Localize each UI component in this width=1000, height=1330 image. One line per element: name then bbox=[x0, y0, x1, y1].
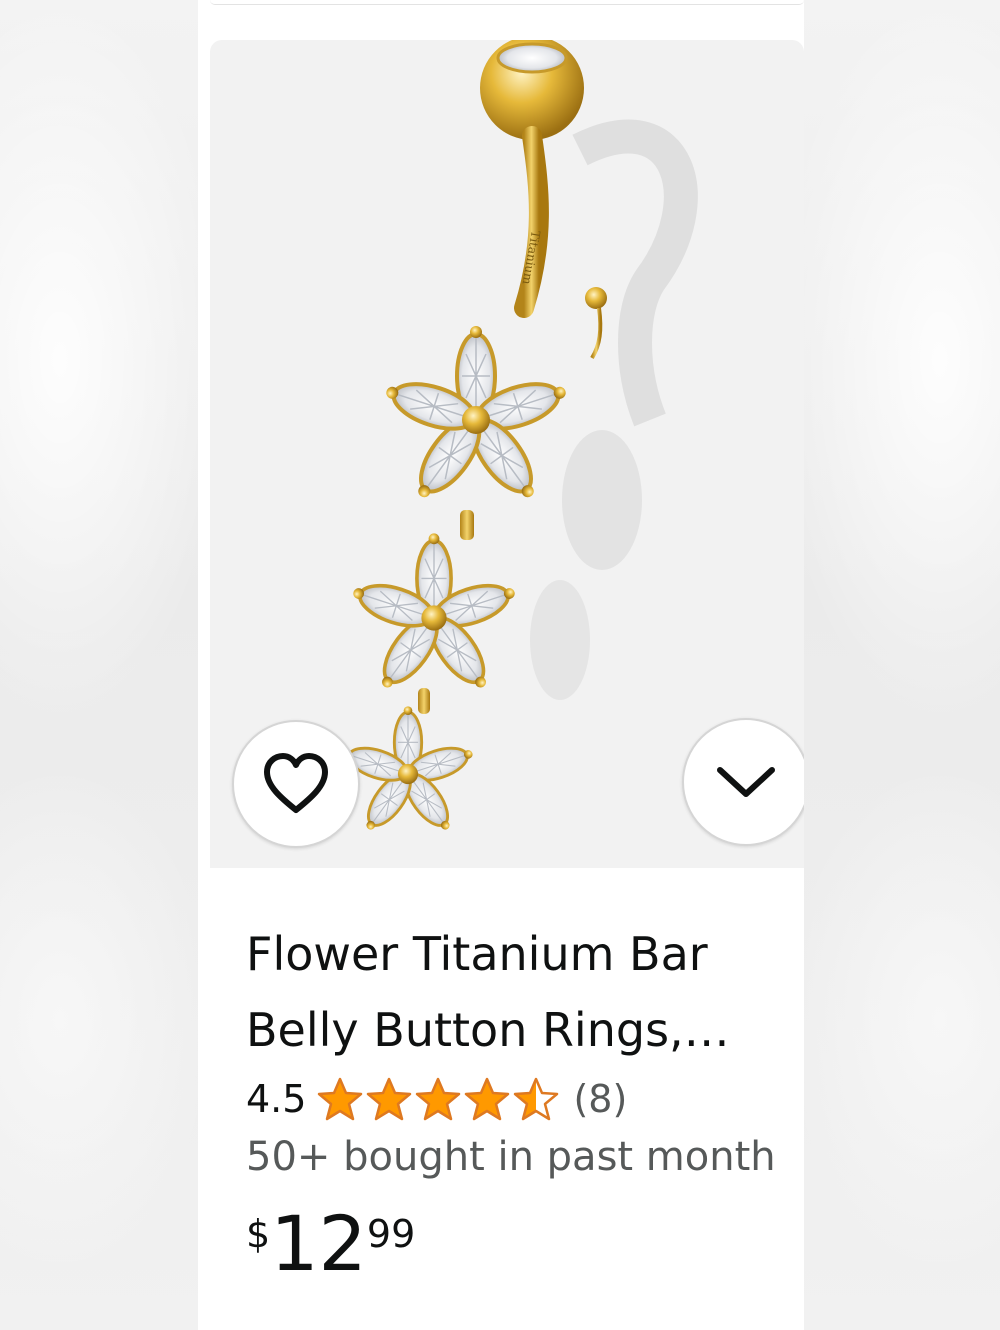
price-whole: 12 bbox=[270, 1199, 367, 1288]
product-info: Flower Titanium Bar Belly Button Rings, … bbox=[246, 888, 796, 1282]
wishlist-button[interactable] bbox=[232, 720, 360, 848]
price-fraction: 99 bbox=[366, 1212, 416, 1256]
product-card[interactable]: Titanium Flower Titanium Bar Belly Butto… bbox=[210, 40, 804, 1330]
more-options-button[interactable] bbox=[682, 718, 804, 846]
product-title[interactable]: Flower Titanium Bar Belly Button Rings, … bbox=[246, 916, 786, 1068]
chevron-down-icon bbox=[717, 767, 775, 797]
product-image[interactable]: Titanium bbox=[210, 40, 804, 868]
star-icon bbox=[318, 1077, 363, 1121]
heart-outline-icon bbox=[264, 753, 328, 813]
review-count[interactable]: (8) bbox=[573, 1077, 627, 1121]
price: $ 12 99 bbox=[246, 1206, 796, 1282]
previous-card-edge bbox=[210, 0, 804, 5]
star-icon bbox=[514, 1077, 559, 1121]
star-icon bbox=[465, 1077, 510, 1121]
rating-value: 4.5 bbox=[246, 1077, 307, 1121]
purchase-count-text: 50+ bought in past month bbox=[246, 1134, 776, 1180]
star-icon bbox=[416, 1077, 461, 1121]
star-icon bbox=[367, 1077, 412, 1121]
rating-row[interactable]: 4.5 (8) bbox=[246, 1074, 796, 1124]
star-rating bbox=[316, 1076, 561, 1122]
price-currency-symbol: $ bbox=[246, 1212, 271, 1256]
